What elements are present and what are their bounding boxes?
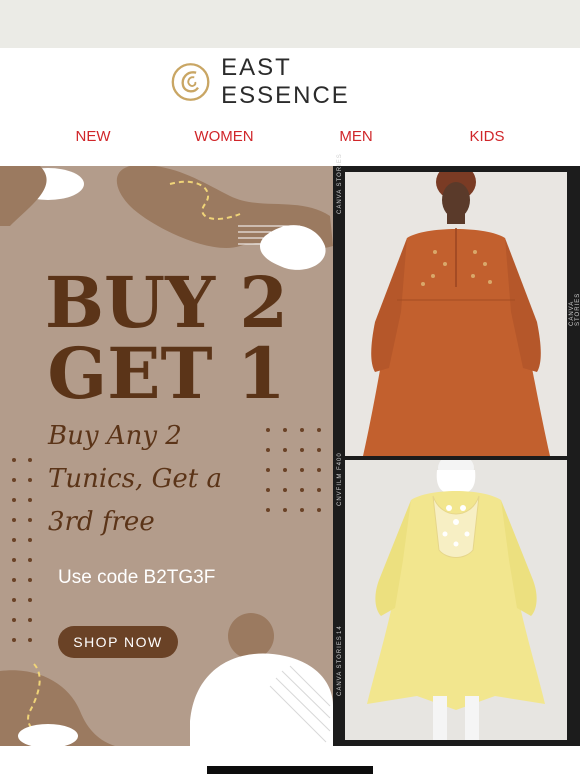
product-image-orange-tunic[interactable]: [345, 172, 567, 456]
product-photo-strip: CANVA STORIES CANVA STORIES 400 CNVFILM …: [333, 153, 580, 746]
film-label-top-left: CANVA STORIES: [337, 153, 343, 214]
orange-tunic-illustration: [363, 172, 550, 456]
brand-name: EAST ESSENCE: [221, 54, 350, 109]
film-label-bottom-left: CANVA STORIES: [337, 635, 343, 696]
nav-item-women[interactable]: WOMEN: [190, 128, 258, 145]
film-label-bottom-number: 14: [337, 625, 343, 634]
film-label-top-right: CANVA STORIES 400: [569, 292, 580, 326]
film-label-mid-left: CNVFILM F400: [337, 452, 343, 506]
nav-item-men[interactable]: MEN: [335, 128, 377, 145]
promo-subline-2: Tunics, Get a: [48, 464, 222, 494]
nav-item-new[interactable]: NEW: [72, 128, 114, 145]
main-nav: NEW WOMEN MEN KIDS: [0, 128, 580, 154]
product-image-yellow-tunic[interactable]: [345, 460, 567, 740]
promo-subline-3: 3rd free: [48, 507, 155, 537]
east-essence-monogram-icon: [171, 63, 210, 101]
nav-item-kids[interactable]: KIDS: [466, 128, 508, 145]
decorative-blobs: [0, 166, 333, 746]
top-banner-strip: [0, 0, 580, 48]
brand-logo[interactable]: EAST ESSENCE: [170, 54, 415, 109]
shop-now-button[interactable]: SHOP NOW: [58, 626, 178, 658]
yellow-tunic-illustration: [367, 460, 545, 740]
promo-headline-line1: BUY 2: [44, 261, 289, 344]
promo-subline-1: Buy Any 2: [48, 421, 182, 451]
promo-headline-line2: GET 1: [47, 332, 286, 415]
promo-banner: BUY 2 GET 1 Buy Any 2 Tunics, Get a 3rd …: [0, 166, 333, 746]
bottom-divider-bar: [207, 766, 373, 774]
promo-code-text: Use code B2TG3F: [58, 567, 216, 588]
